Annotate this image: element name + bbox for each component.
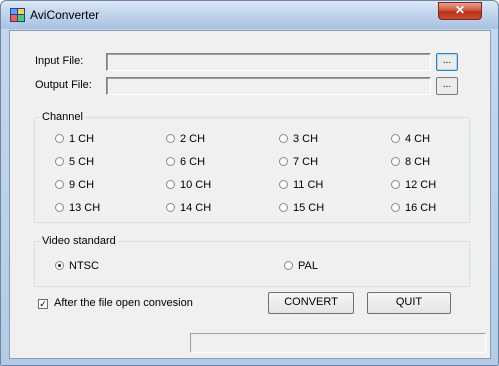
radio-indicator bbox=[166, 180, 175, 189]
radio-indicator bbox=[279, 134, 288, 143]
after-open-checkbox[interactable]: ✓ After the file open convesion bbox=[38, 296, 193, 310]
output-file-label: Output File: bbox=[35, 79, 92, 91]
window-title: AviConverter bbox=[30, 8, 100, 22]
radio-indicator bbox=[391, 134, 400, 143]
radio-channel-13[interactable]: 13 CH bbox=[55, 201, 100, 215]
radio-channel-label: 13 CH bbox=[69, 202, 101, 214]
radio-indicator bbox=[55, 203, 64, 212]
radio-pal-indicator bbox=[284, 261, 293, 270]
radio-channel-6[interactable]: 6 CH bbox=[166, 155, 205, 169]
radio-indicator bbox=[55, 180, 64, 189]
check-mark-icon: ✓ bbox=[39, 299, 47, 309]
radio-channel-label: 12 CH bbox=[405, 179, 437, 191]
radio-channel-10[interactable]: 10 CH bbox=[166, 178, 211, 192]
quit-button-label: QUIT bbox=[395, 296, 423, 308]
aviconverter-app-icon bbox=[10, 8, 25, 22]
status-bar bbox=[190, 333, 486, 353]
radio-channel-label: 5 CH bbox=[69, 156, 95, 168]
input-file-field[interactable] bbox=[106, 53, 431, 71]
radio-indicator bbox=[166, 203, 175, 212]
radio-channel-label: 8 CH bbox=[405, 156, 431, 168]
radio-channel-16[interactable]: 16 CH bbox=[391, 201, 436, 215]
radio-channel-label: 9 CH bbox=[69, 179, 95, 191]
checkbox-indicator: ✓ bbox=[38, 299, 48, 309]
radio-channel-9[interactable]: 9 CH bbox=[55, 178, 94, 192]
radio-channel-label: 1 CH bbox=[69, 133, 95, 145]
radio-indicator bbox=[279, 157, 288, 166]
radio-indicator bbox=[166, 134, 175, 143]
radio-ntsc-indicator bbox=[55, 261, 64, 270]
convert-button-label: CONVERT bbox=[284, 296, 338, 308]
title-bar[interactable]: AviConverter ✕ bbox=[1, 1, 498, 29]
radio-indicator bbox=[166, 157, 175, 166]
quit-button[interactable]: QUIT bbox=[367, 292, 451, 314]
radio-channel-2[interactable]: 2 CH bbox=[166, 132, 205, 146]
radio-indicator bbox=[279, 203, 288, 212]
radio-pal-label: PAL bbox=[298, 260, 318, 272]
radio-ntsc-label: NTSC bbox=[69, 260, 99, 272]
after-open-label: After the file open convesion bbox=[54, 297, 193, 309]
radio-indicator bbox=[391, 157, 400, 166]
video-standard-title: Video standard bbox=[40, 235, 118, 247]
radio-channel-12[interactable]: 12 CH bbox=[391, 178, 436, 192]
channel-group-title: Channel bbox=[40, 111, 85, 123]
radio-channel-label: 4 CH bbox=[405, 133, 431, 145]
radio-channel-label: 16 CH bbox=[405, 202, 437, 214]
radio-indicator bbox=[391, 180, 400, 189]
radio-channel-label: 7 CH bbox=[293, 156, 319, 168]
radio-channel-label: 11 CH bbox=[293, 179, 324, 191]
radio-channel-5[interactable]: 5 CH bbox=[55, 155, 94, 169]
video-standard-group bbox=[34, 241, 470, 287]
radio-channel-label: 15 CH bbox=[293, 202, 325, 214]
radio-ntsc[interactable]: NTSC bbox=[55, 259, 99, 273]
close-button[interactable]: ✕ bbox=[438, 2, 482, 20]
radio-channel-15[interactable]: 15 CH bbox=[279, 201, 324, 215]
radio-channel-11[interactable]: 11 CH bbox=[279, 178, 323, 192]
input-file-label: Input File: bbox=[35, 55, 84, 67]
radio-channel-4[interactable]: 4 CH bbox=[391, 132, 430, 146]
radio-channel-8[interactable]: 8 CH bbox=[391, 155, 430, 169]
radio-channel-14[interactable]: 14 CH bbox=[166, 201, 211, 215]
input-browse-label: ... bbox=[442, 55, 452, 66]
output-browse-button[interactable]: ... bbox=[436, 77, 458, 95]
radio-channel-label: 6 CH bbox=[180, 156, 206, 168]
radio-indicator bbox=[279, 180, 288, 189]
radio-indicator bbox=[391, 203, 400, 212]
output-file-field[interactable] bbox=[106, 77, 431, 95]
radio-channel-7[interactable]: 7 CH bbox=[279, 155, 318, 169]
radio-channel-label: 2 CH bbox=[180, 133, 206, 145]
close-icon: ✕ bbox=[454, 3, 466, 17]
radio-channel-label: 3 CH bbox=[293, 133, 319, 145]
input-browse-button[interactable]: ... bbox=[436, 53, 458, 71]
output-browse-label: ... bbox=[442, 79, 452, 90]
radio-channel-3[interactable]: 3 CH bbox=[279, 132, 318, 146]
convert-button[interactable]: CONVERT bbox=[268, 292, 354, 314]
radio-channel-label: 10 CH bbox=[180, 179, 212, 191]
radio-indicator bbox=[55, 157, 64, 166]
radio-indicator bbox=[55, 134, 64, 143]
radio-pal[interactable]: PAL bbox=[284, 259, 318, 273]
radio-channel-label: 14 CH bbox=[180, 202, 212, 214]
app-window: AviConverter ✕ Input File: ... Output Fi… bbox=[0, 0, 499, 366]
radio-channel-1[interactable]: 1 CH bbox=[55, 132, 94, 146]
client-area: Input File: ... Output File: ... Channel… bbox=[9, 30, 491, 359]
